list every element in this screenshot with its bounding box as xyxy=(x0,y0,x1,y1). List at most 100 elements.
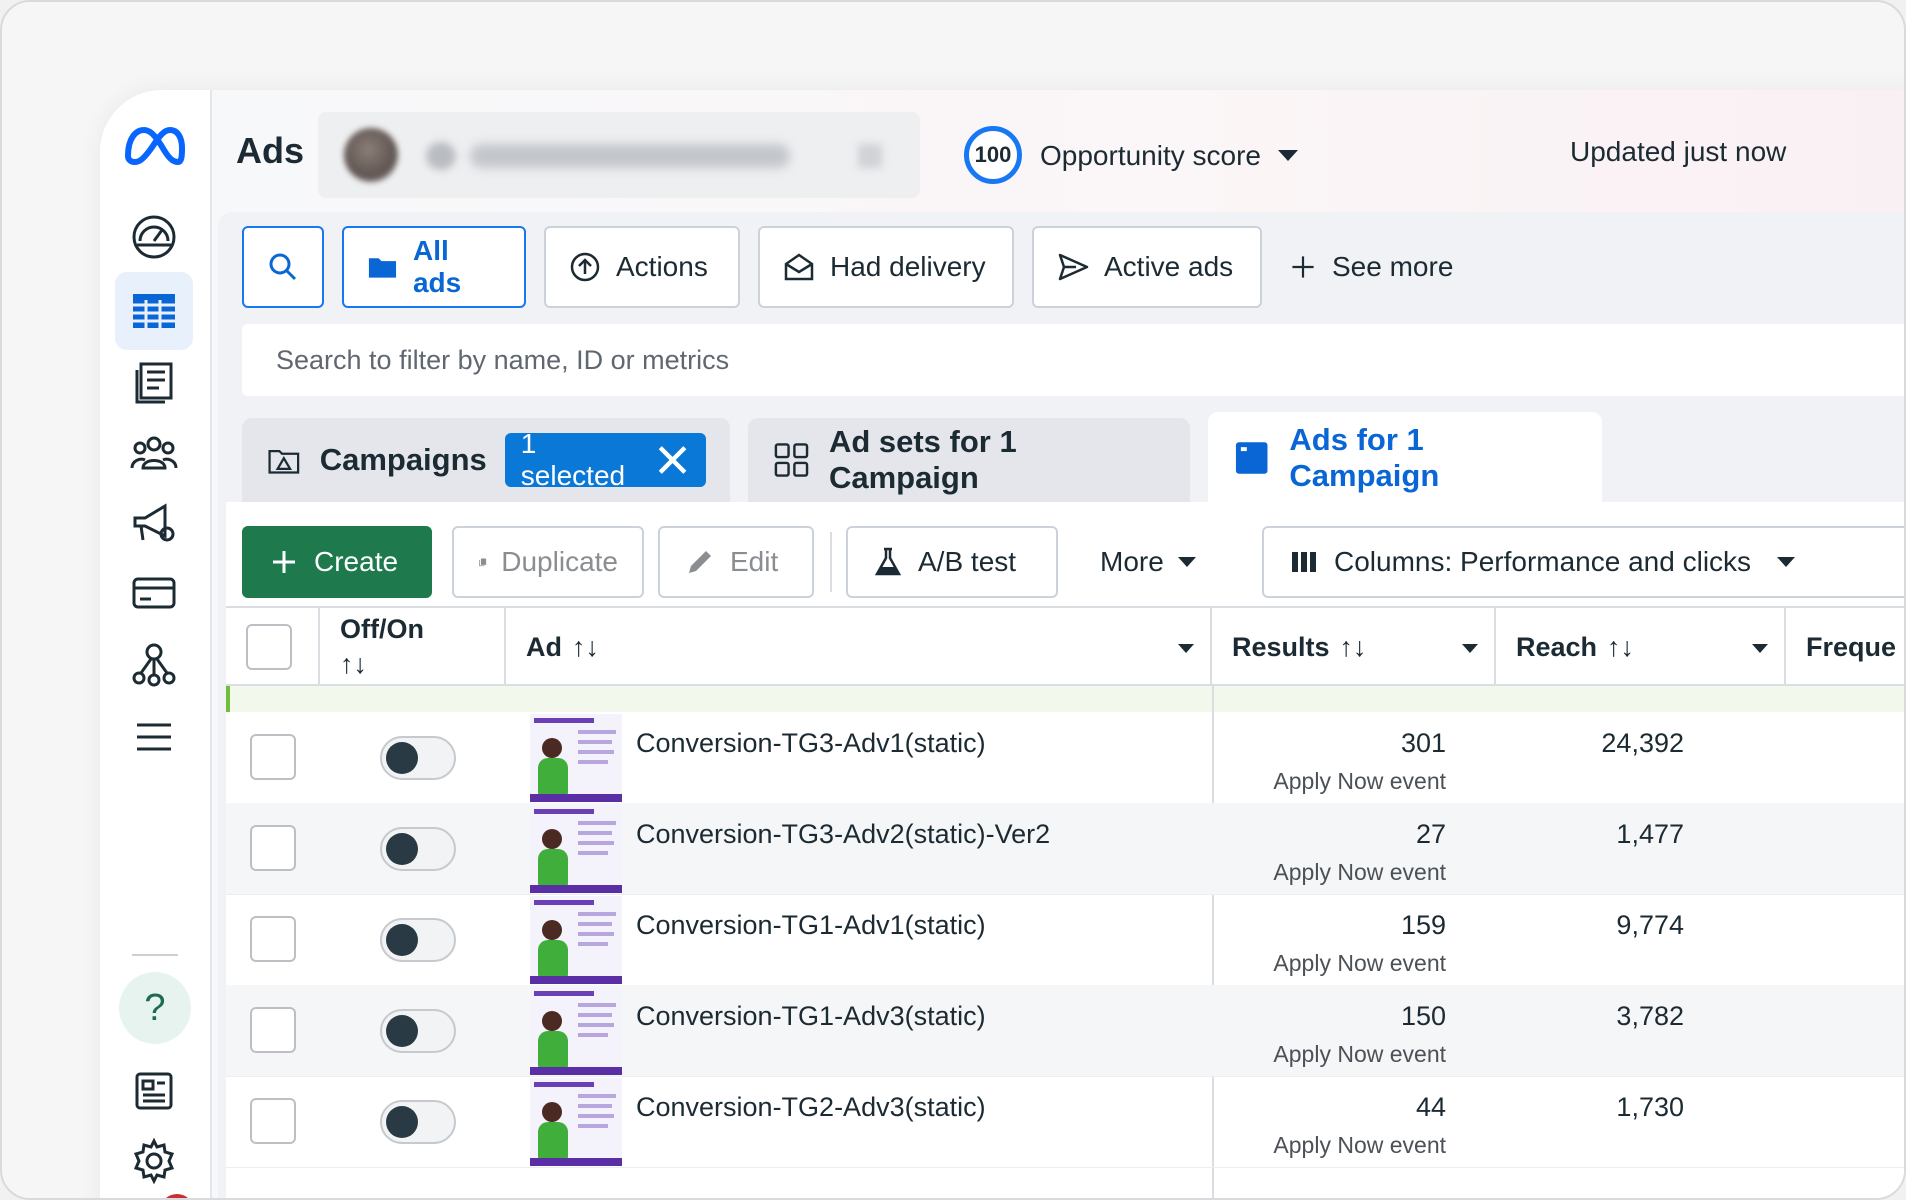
had-delivery-chip[interactable]: Had delivery xyxy=(758,226,1014,308)
meta-logo-icon[interactable] xyxy=(122,124,186,168)
table-row[interactable]: Conversion-TG3-Adv2(static)-Ver2 27 Apply … xyxy=(226,803,1904,895)
actions-chip[interactable]: Actions xyxy=(544,226,740,308)
select-all-cell xyxy=(226,608,320,686)
close-icon[interactable] xyxy=(655,440,690,480)
ad-name-link[interactable]: Conversion-TG1-Adv3(static) xyxy=(636,1001,986,1032)
reach-value: 1,730 xyxy=(1616,1092,1684,1122)
create-button[interactable]: Create xyxy=(242,526,432,598)
avatar xyxy=(344,128,398,182)
results-value: 44 xyxy=(1415,1092,1446,1122)
opportunity-score-ring[interactable]: 100 xyxy=(964,126,1022,184)
select-all-checkbox[interactable] xyxy=(246,624,292,670)
results-value: 159 xyxy=(1400,910,1446,940)
news-feed-icon[interactable] xyxy=(115,1052,193,1130)
duplicate-icon xyxy=(479,558,487,567)
sidebar: ? xyxy=(100,90,212,1198)
toolbar: Create Duplicate Edit A/B test More Colu… xyxy=(226,502,1904,606)
menu-hamburger-icon[interactable] xyxy=(115,698,193,776)
search-input[interactable]: Search to filter by name, ID or metrics xyxy=(242,324,1904,396)
top-bar: Ads 100 Opportunity score Updated just n… xyxy=(212,90,1904,210)
ad-toggle[interactable] xyxy=(380,827,456,871)
billing-card-icon[interactable] xyxy=(115,554,193,632)
tab-campaigns[interactable]: Campaigns 1 selected xyxy=(242,418,730,502)
send-icon xyxy=(1058,253,1089,281)
help-question-icon[interactable]: ? xyxy=(119,972,191,1044)
columns-dropdown[interactable]: Columns: Performance and clicks xyxy=(1262,526,1904,598)
results-value: 150 xyxy=(1400,1001,1446,1031)
results-header[interactable]: Results ↑↓ xyxy=(1212,608,1496,686)
dashboard-gauge-icon[interactable] xyxy=(115,198,193,276)
ad-toggle[interactable] xyxy=(380,736,456,780)
arrow-up-circle-icon xyxy=(570,252,600,282)
row-checkbox[interactable] xyxy=(250,916,296,962)
ad-name-link[interactable]: Conversion-TG1-Adv1(static) xyxy=(636,910,986,941)
page-title: Ads xyxy=(236,130,305,171)
ad-name-link[interactable]: Conversion-TG3-Adv2(static)-Ver2 xyxy=(636,819,1050,850)
documents-icon[interactable] xyxy=(115,344,193,422)
ad-name-link[interactable]: Conversion-TG2-Adv3(static) xyxy=(636,1092,986,1123)
sort-arrows-icon[interactable]: ↑↓ xyxy=(1340,632,1367,663)
results-type: Apply Now event xyxy=(1273,1132,1446,1158)
opportunity-score-label[interactable]: Opportunity score xyxy=(1040,140,1261,172)
reach-value: 9,774 xyxy=(1616,910,1684,940)
table-row[interactable]: Conversion-TG3-Adv1(static) 301 Apply Now … xyxy=(226,712,1904,804)
grid-icon xyxy=(774,443,809,477)
ad-settings-megaphone-icon[interactable] xyxy=(115,484,193,562)
account-name-redacted xyxy=(470,144,790,168)
ad-toggle[interactable] xyxy=(380,918,456,962)
frequency-header[interactable]: Freque xyxy=(1786,608,1904,686)
filter-chips: All ads Actions Had delivery Active ads … xyxy=(218,212,1904,322)
ad-thumbnail[interactable] xyxy=(530,1078,622,1166)
duplicate-button[interactable]: Duplicate xyxy=(452,526,644,598)
table-row[interactable]: Conversion-TG1-Adv1(static) 159 Apply Now … xyxy=(226,894,1904,986)
sidebar-divider xyxy=(132,954,178,956)
search-button[interactable] xyxy=(242,226,324,308)
sort-arrows-icon[interactable]: ↑↓ xyxy=(340,649,367,680)
tab-ad-sets[interactable]: Ad sets for 1 Campaign xyxy=(748,418,1190,502)
updated-status: Updated just now xyxy=(1570,136,1787,167)
all-ads-chip[interactable]: All ads xyxy=(342,226,526,308)
chevron-down-icon[interactable] xyxy=(1178,644,1194,653)
chevron-down-icon[interactable] xyxy=(1462,644,1478,653)
row-checkbox[interactable] xyxy=(250,825,296,871)
row-checkbox[interactable] xyxy=(250,1007,296,1053)
search-icon xyxy=(269,253,297,281)
see-more-button[interactable]: See more xyxy=(1288,226,1453,308)
chevron-down-icon[interactable] xyxy=(1752,644,1768,653)
offon-header[interactable]: Off/On ↑↓ xyxy=(320,608,506,686)
tab-ads[interactable]: Ads for 1 Campaign xyxy=(1208,412,1602,504)
table-row[interactable]: Conversion-TG2-Adv3(static) 44 Apply Now e… xyxy=(226,1076,1904,1168)
more-button[interactable]: More xyxy=(1074,526,1224,598)
active-ads-chip[interactable]: Active ads xyxy=(1032,226,1262,308)
ad-toggle[interactable] xyxy=(380,1009,456,1053)
ad-thumbnail[interactable] xyxy=(530,987,622,1075)
folder-icon xyxy=(368,258,397,278)
ad-header[interactable]: Ad ↑↓ xyxy=(506,608,1212,686)
edit-button[interactable]: Edit xyxy=(658,526,814,598)
ad-thumbnail[interactable] xyxy=(530,714,622,802)
settings-gear-icon[interactable] xyxy=(115,1122,193,1198)
row-checkbox[interactable] xyxy=(250,1098,296,1144)
audiences-people-icon[interactable] xyxy=(115,414,193,492)
chevron-down-icon[interactable] xyxy=(1278,150,1298,161)
ad-thumbnail[interactable] xyxy=(530,896,622,984)
envelope-open-icon xyxy=(784,253,814,281)
ads-table-panel: Create Duplicate Edit A/B test More Colu… xyxy=(226,502,1904,1198)
columns-icon xyxy=(1292,552,1316,572)
results-value: 301 xyxy=(1400,728,1446,758)
ad-name-link[interactable]: Conversion-TG3-Adv1(static) xyxy=(636,728,986,759)
table-row[interactable]: Conversion-TG1-Adv3(static) 150 Apply Now … xyxy=(226,985,1904,1077)
sort-arrows-icon[interactable]: ↑↓ xyxy=(572,632,599,663)
ab-test-button[interactable]: A/B test xyxy=(846,526,1058,598)
ad-thumbnail[interactable] xyxy=(530,805,622,893)
ad-toggle[interactable] xyxy=(380,1100,456,1144)
campaigns-table-icon[interactable] xyxy=(115,272,193,350)
reach-header[interactable]: Reach ↑↓ xyxy=(1496,608,1786,686)
table-header: Off/On ↑↓ Ad ↑↓ Results ↑↓ Reach ↑↓ Freq… xyxy=(226,606,1904,686)
sort-arrows-icon[interactable]: ↑↓ xyxy=(1607,632,1634,663)
selected-count-pill[interactable]: 1 selected xyxy=(504,428,706,491)
row-checkbox[interactable] xyxy=(250,734,296,780)
account-switcher[interactable] xyxy=(318,112,920,198)
results-type: Apply Now event xyxy=(1273,859,1446,885)
events-manager-nodes-icon[interactable] xyxy=(115,626,193,704)
